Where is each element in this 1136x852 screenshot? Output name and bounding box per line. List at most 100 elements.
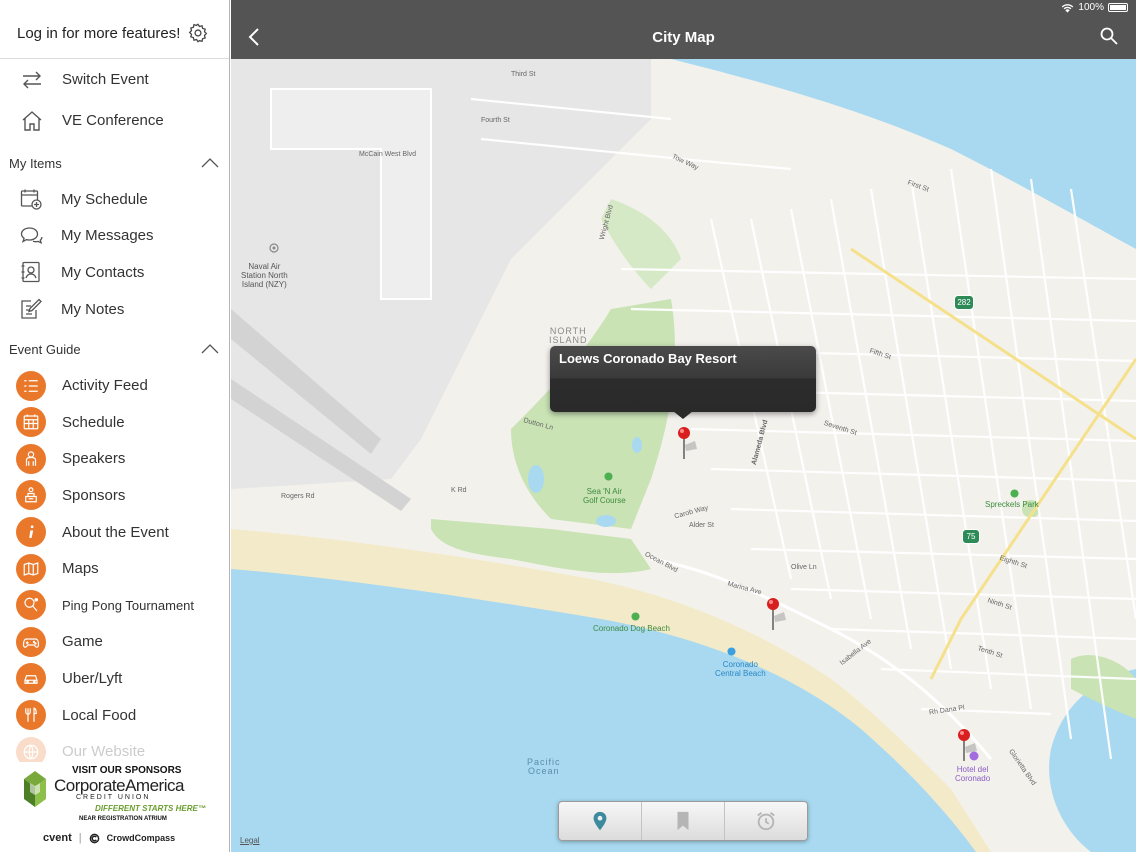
battery-percent: 100% bbox=[1078, 2, 1104, 13]
ve-conference-label: VE Conference bbox=[62, 112, 164, 129]
sidebar-item-label: Uber/Lyft bbox=[62, 669, 123, 687]
sponsor-banner[interactable]: VISIT OUR SPONSORS CorporateAmerica CRED… bbox=[0, 762, 229, 852]
switch-event-item[interactable]: Switch Event bbox=[0, 59, 229, 100]
gamepad-icon bbox=[22, 638, 40, 648]
callout-title: Loews Coronado Bay Resort bbox=[559, 351, 737, 366]
city-map[interactable]: 282 75 Third St Fourth St McCain West Bl… bbox=[231, 59, 1136, 852]
street-label: Olive Ln bbox=[791, 564, 817, 571]
sidebar-item-my-schedule[interactable]: My Schedule bbox=[0, 181, 229, 218]
event-guide-title: Event Guide bbox=[9, 341, 81, 357]
event-guide-header[interactable]: Event Guide bbox=[0, 327, 229, 367]
ve-conference-item[interactable]: VE Conference bbox=[0, 100, 229, 141]
sidebar-item-label: Game bbox=[62, 633, 103, 651]
chevron-up-icon[interactable] bbox=[201, 158, 219, 168]
sidebar: Log in for more features! Switch Event V… bbox=[0, 0, 230, 852]
alarm-clock-icon bbox=[757, 812, 775, 831]
sidebar-item-sponsors[interactable]: Sponsors bbox=[0, 477, 229, 514]
home-icon bbox=[22, 110, 42, 131]
status-bar: 100% bbox=[1061, 2, 1128, 13]
info-icon bbox=[29, 525, 34, 539]
golf-icon bbox=[604, 472, 613, 481]
feed-list-icon bbox=[24, 379, 38, 392]
sidebar-item-label: Sponsors bbox=[62, 486, 126, 504]
page-title: City Map bbox=[652, 29, 715, 46]
sidebar-item-label: Speakers bbox=[62, 450, 126, 468]
location-callout[interactable]: Loews Coronado Bay Resort bbox=[550, 346, 816, 412]
sidebar-item-label: Ping Pong Tournament bbox=[62, 597, 195, 613]
street-label: Alder St bbox=[689, 522, 714, 529]
sidebar-item-label: Schedule bbox=[62, 413, 125, 431]
bookmarks-button[interactable] bbox=[642, 802, 725, 840]
sidebar-item-label: My Contacts bbox=[61, 263, 145, 281]
sidebar-item-my-contacts[interactable]: My Contacts bbox=[0, 254, 229, 291]
login-row[interactable]: Log in for more features! bbox=[0, 0, 229, 59]
sponsor-headline: VISIT OUR SPONSORS bbox=[72, 765, 182, 776]
pacific-ocean-label: Pacific Ocean bbox=[527, 757, 561, 776]
dog-beach-label: Coronado Dog Beach bbox=[593, 624, 670, 633]
sidebar-item-about-the-event[interactable]: About the Event bbox=[0, 514, 229, 551]
calendar-grid-icon bbox=[23, 414, 39, 430]
sidebar-item-label: About the Event bbox=[62, 523, 169, 541]
sidebar-item-label: Local Food bbox=[62, 706, 137, 724]
switch-event-label: Switch Event bbox=[62, 71, 149, 88]
sponsor-logo-icon bbox=[24, 771, 46, 807]
sidebar-item-maps[interactable]: Maps bbox=[0, 550, 229, 587]
airport-icon bbox=[269, 243, 279, 253]
sidebar-item-label: My Schedule bbox=[61, 190, 148, 208]
sidebar-item-schedule[interactable]: Schedule bbox=[0, 404, 229, 441]
sidebar-item-local-food[interactable]: Local Food bbox=[0, 697, 229, 734]
calendar-add-icon bbox=[20, 189, 42, 210]
sidebar-item-label: Our Website bbox=[62, 743, 146, 761]
paddle-icon bbox=[24, 597, 39, 612]
street-label: Fourth St bbox=[481, 117, 510, 124]
sponsor-name: CorporateAmerica bbox=[54, 776, 184, 795]
sidebar-item-label: Maps bbox=[62, 560, 99, 578]
hotel-del-label: Hotel del Coronado bbox=[955, 765, 991, 783]
sidebar-item-game[interactable]: Game bbox=[0, 624, 229, 661]
wifi-icon bbox=[1062, 3, 1074, 13]
alarm-button[interactable] bbox=[725, 802, 807, 840]
callout-pointer bbox=[673, 411, 693, 419]
sidebar-item-uber-lyft[interactable]: Uber/Lyft bbox=[0, 660, 229, 697]
sidebar-item-label: Activity Feed bbox=[62, 377, 148, 395]
gear-icon[interactable] bbox=[187, 22, 209, 44]
footer-separator: | bbox=[78, 832, 82, 844]
beach-icon bbox=[727, 647, 736, 656]
north-island-label: NORTH ISLAND bbox=[549, 326, 588, 345]
street-label: McCain West Blvd bbox=[359, 151, 417, 158]
map-icon bbox=[23, 561, 39, 576]
search-icon[interactable] bbox=[1100, 27, 1118, 45]
sidebar-item-my-notes[interactable]: My Notes bbox=[0, 291, 229, 328]
crowdcompass-logo: CrowdCompass bbox=[106, 833, 176, 843]
my-items-header[interactable]: My Items bbox=[0, 141, 229, 181]
chevron-up-icon[interactable] bbox=[201, 344, 219, 354]
hwy-282-shield: 282 bbox=[954, 295, 974, 310]
sidebar-item-speakers[interactable]: Speakers bbox=[0, 441, 229, 478]
map-pin-icon[interactable] bbox=[955, 727, 985, 763]
legal-link[interactable]: Legal bbox=[240, 836, 260, 845]
battery-icon bbox=[1108, 3, 1128, 12]
bookmark-icon bbox=[677, 811, 689, 831]
locations-button[interactable] bbox=[559, 802, 642, 840]
sidebar-item-label: My Messages bbox=[61, 227, 154, 245]
map-pin-icon[interactable] bbox=[764, 596, 794, 632]
sidebar-item-label: My Notes bbox=[61, 300, 125, 318]
hwy-75-shield: 75 bbox=[962, 529, 980, 544]
sidebar-item-ping-pong[interactable]: Ping Pong Tournament bbox=[0, 587, 229, 624]
switch-arrows-icon bbox=[23, 71, 41, 88]
my-items-title: My Items bbox=[9, 155, 62, 171]
login-prompt[interactable]: Log in for more features! bbox=[17, 25, 180, 42]
street-label: K Rd bbox=[451, 487, 467, 494]
golf-course-label: Sea 'N Air Golf Course bbox=[583, 487, 626, 505]
powered-by: cvent | CrowdCompass bbox=[43, 832, 175, 844]
spreckels-park-label: Spreckels Park bbox=[985, 500, 1039, 509]
crowdcompass-logo-icon bbox=[89, 833, 99, 843]
navigation-bar: 100% City Map bbox=[231, 0, 1136, 59]
map-pin-icon[interactable] bbox=[675, 425, 705, 461]
sidebar-item-my-messages[interactable]: My Messages bbox=[0, 218, 229, 255]
globe-icon bbox=[23, 744, 39, 759]
sidebar-item-activity-feed[interactable]: Activity Feed bbox=[0, 367, 229, 404]
speaker-icon bbox=[25, 451, 37, 466]
sponsor-tagline: DIFFERENT STARTS HERE™ bbox=[95, 804, 206, 813]
chat-bubbles-icon bbox=[20, 227, 43, 244]
